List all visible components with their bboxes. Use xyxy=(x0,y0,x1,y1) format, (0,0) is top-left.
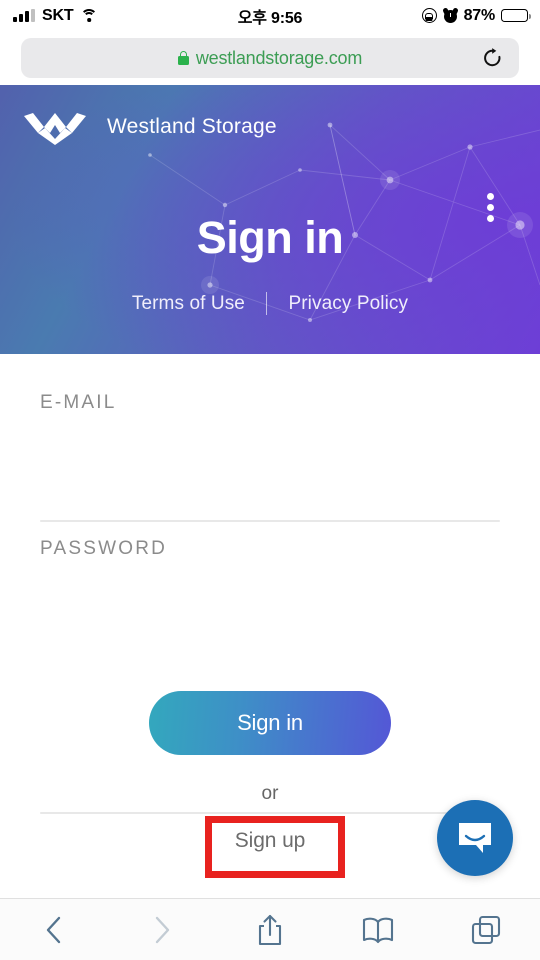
reload-icon[interactable] xyxy=(482,48,503,69)
status-bar: SKT 오후 9:56 87% xyxy=(0,0,540,31)
westland-w-logo-icon xyxy=(24,111,86,145)
browser-url-bar-container: westlandstorage.com xyxy=(0,31,540,85)
privacy-policy-link[interactable]: Privacy Policy xyxy=(288,293,408,315)
password-label: PASSWORD xyxy=(40,538,168,559)
secure-lock-icon xyxy=(177,51,189,65)
mobile-safari-screen: SKT 오후 9:56 87% westlandstorage.com West… xyxy=(0,0,540,960)
back-button[interactable] xyxy=(23,907,85,953)
email-input[interactable] xyxy=(40,470,500,514)
rotation-lock-icon xyxy=(421,8,437,23)
or-separator-label: or xyxy=(261,783,279,804)
page-title: Sign in xyxy=(196,212,344,263)
email-underline xyxy=(40,520,500,522)
alarm-clock-icon xyxy=(441,7,459,23)
url-text: westlandstorage.com xyxy=(195,47,363,68)
email-label: E-MAIL xyxy=(40,392,117,413)
url-bar[interactable]: westlandstorage.com xyxy=(21,38,519,78)
hero-header: Westland Storage xyxy=(0,85,540,169)
hero-legal-links: Terms of Use Privacy Policy xyxy=(0,292,540,315)
password-underline xyxy=(40,812,500,814)
forward-button[interactable] xyxy=(131,907,193,953)
bookmarks-button[interactable] xyxy=(347,907,409,953)
password-field-group: PASSWORD xyxy=(40,538,500,814)
share-button[interactable] xyxy=(239,907,301,953)
sign-in-button[interactable]: Sign in xyxy=(149,691,391,755)
status-bar-right: 87% xyxy=(421,6,531,25)
battery-icon xyxy=(501,9,531,22)
link-divider xyxy=(265,292,268,315)
tabs-button[interactable] xyxy=(455,907,517,953)
brand-title: Westland Storage xyxy=(107,115,277,138)
terms-of-use-link[interactable]: Terms of Use xyxy=(132,293,245,315)
intercom-chat-bubble-icon[interactable] xyxy=(437,800,513,876)
email-field-group: E-MAIL xyxy=(40,392,500,522)
battery-percent-label: 87% xyxy=(463,6,496,24)
safari-toolbar xyxy=(0,898,540,960)
